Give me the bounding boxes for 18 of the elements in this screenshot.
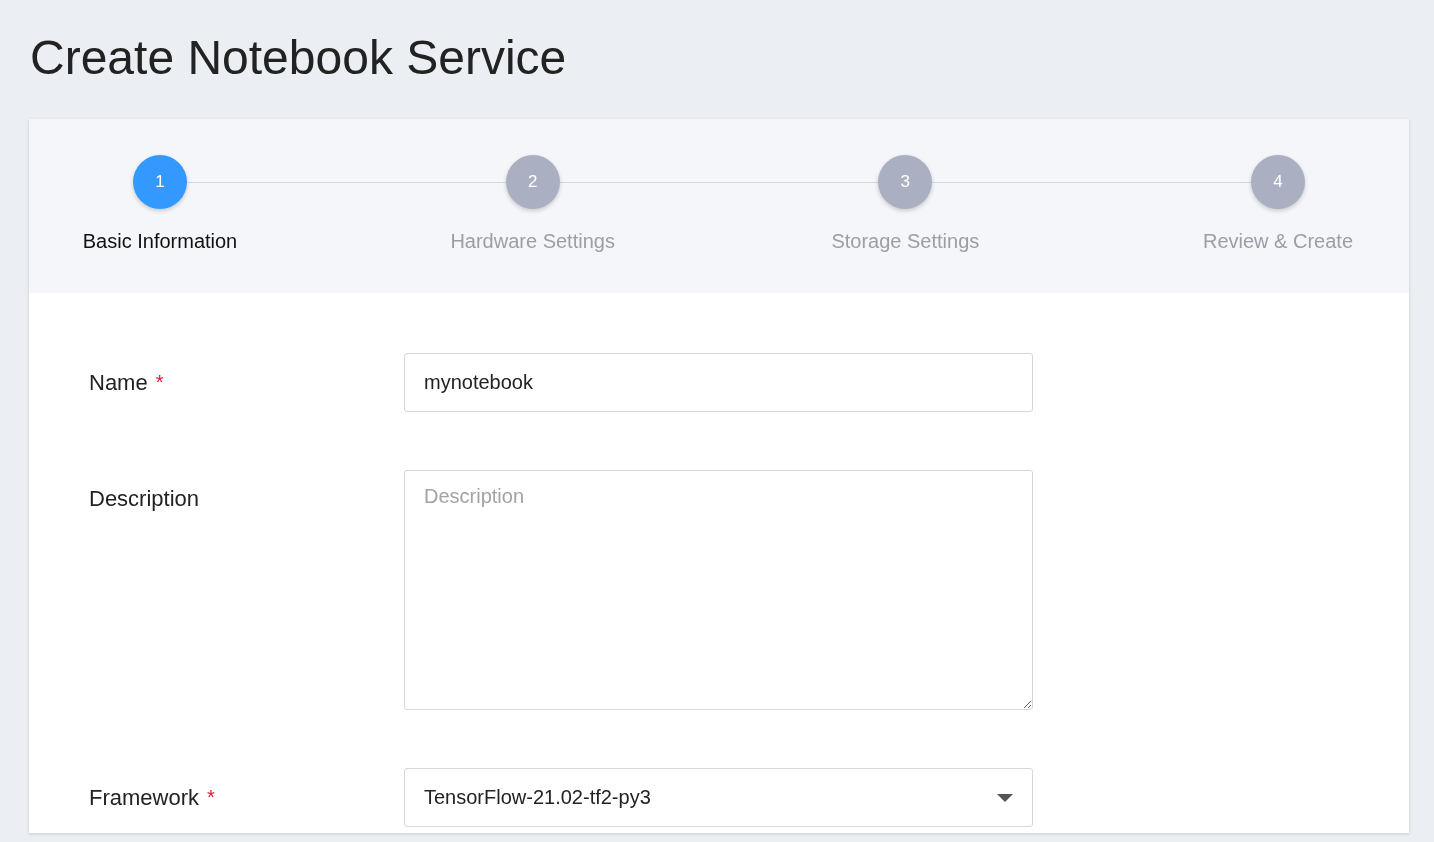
step-number-circle[interactable]: 1	[133, 155, 187, 209]
step-number-circle[interactable]: 3	[878, 155, 933, 209]
field-label: Name	[89, 369, 148, 396]
required-mark: *	[155, 371, 164, 394]
field-label: Framework	[89, 784, 199, 811]
step-number-circle[interactable]: 4	[1251, 155, 1305, 209]
required-mark: *	[207, 786, 215, 809]
page-title: Create Notebook Service	[30, 30, 568, 86]
step-number-circle[interactable]: 2	[505, 155, 560, 209]
framework-dropdown[interactable]: TensorFlow-21.02-tf2-py3	[404, 768, 1033, 827]
step-label: Basic Information	[82, 230, 238, 253]
description-text-area[interactable]: Description	[404, 470, 1033, 710]
name-input-field[interactable]: mynotebook	[404, 353, 1033, 412]
step-label: Hardware Settings	[450, 230, 615, 253]
field-label: Description	[89, 486, 200, 512]
caret-icon	[997, 793, 1013, 802]
step-label: Storage Settings	[831, 230, 980, 253]
step-label: Review & Create	[1202, 230, 1354, 253]
